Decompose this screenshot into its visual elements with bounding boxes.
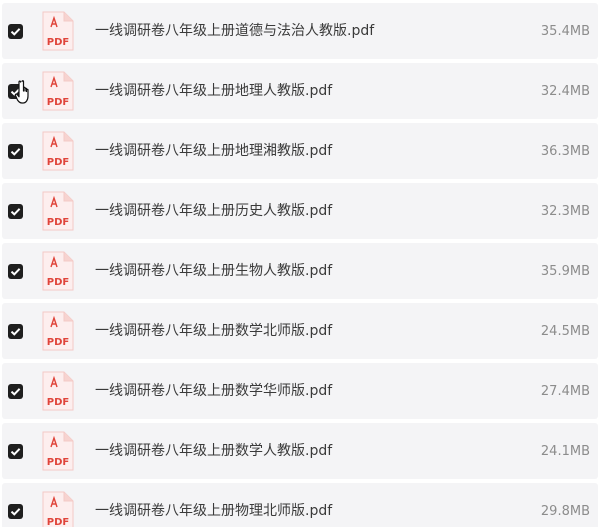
file-size: 27.4MB: [540, 384, 590, 399]
pdf-file-icon: PDF: [42, 191, 74, 231]
pdf-icon-label: PDF: [47, 397, 69, 408]
row-checkbox[interactable]: [8, 444, 23, 459]
row-checkbox[interactable]: [8, 144, 23, 159]
file-size: 32.4MB: [540, 84, 590, 99]
pdf-icon-label: PDF: [47, 457, 69, 468]
row-checkbox[interactable]: [8, 204, 23, 219]
row-checkbox[interactable]: [8, 504, 23, 519]
pdf-file-icon: PDF: [42, 71, 74, 111]
file-list: PDF 一线调研卷八年级上册道德与法治人教版.pdf 35.4MB PDF 一线…: [0, 0, 600, 527]
pdf-icon-label: PDF: [47, 277, 69, 288]
file-name[interactable]: 一线调研卷八年级上册数学人教版.pdf: [95, 442, 332, 460]
file-row[interactable]: PDF 一线调研卷八年级上册历史人教版.pdf 32.3MB: [2, 183, 598, 239]
file-size: 36.3MB: [540, 144, 590, 159]
pdf-file-icon: PDF: [42, 11, 74, 51]
file-row[interactable]: PDF 一线调研卷八年级上册数学人教版.pdf 24.1MB: [2, 423, 598, 479]
row-checkbox[interactable]: [8, 264, 23, 279]
pdf-icon-label: PDF: [47, 337, 69, 348]
file-row[interactable]: PDF 一线调研卷八年级上册生物人教版.pdf 35.9MB: [2, 243, 598, 299]
pdf-file-icon: PDF: [42, 431, 74, 471]
file-row[interactable]: PDF 一线调研卷八年级上册地理人教版.pdf 32.4MB: [2, 63, 598, 119]
file-row[interactable]: PDF 一线调研卷八年级上册数学北师版.pdf 24.5MB: [2, 303, 598, 359]
file-size: 29.8MB: [540, 504, 590, 519]
file-row[interactable]: PDF 一线调研卷八年级上册数学华师版.pdf 27.4MB: [2, 363, 598, 419]
file-name[interactable]: 一线调研卷八年级上册数学北师版.pdf: [95, 322, 332, 340]
file-size: 35.4MB: [540, 24, 590, 39]
row-checkbox[interactable]: [8, 324, 23, 339]
file-row[interactable]: PDF 一线调研卷八年级上册地理湘教版.pdf 36.3MB: [2, 123, 598, 179]
pdf-icon-label: PDF: [47, 97, 69, 108]
file-size: 35.9MB: [540, 264, 590, 279]
file-name[interactable]: 一线调研卷八年级上册道德与法治人教版.pdf: [95, 22, 374, 40]
file-name[interactable]: 一线调研卷八年级上册地理湘教版.pdf: [95, 142, 332, 160]
pdf-file-icon: PDF: [42, 491, 74, 527]
file-name[interactable]: 一线调研卷八年级上册地理人教版.pdf: [95, 82, 332, 100]
pdf-file-icon: PDF: [42, 131, 74, 171]
file-size: 32.3MB: [540, 204, 590, 219]
file-row[interactable]: PDF 一线调研卷八年级上册道德与法治人教版.pdf 35.4MB: [2, 3, 598, 59]
file-name[interactable]: 一线调研卷八年级上册数学华师版.pdf: [95, 382, 332, 400]
row-checkbox[interactable]: [8, 84, 23, 99]
pdf-file-icon: PDF: [42, 371, 74, 411]
file-name[interactable]: 一线调研卷八年级上册历史人教版.pdf: [95, 202, 332, 220]
row-checkbox[interactable]: [8, 384, 23, 399]
file-row[interactable]: PDF 一线调研卷八年级上册物理北师版.pdf 29.8MB: [2, 483, 598, 527]
pdf-icon-label: PDF: [47, 157, 69, 168]
pdf-icon-label: PDF: [47, 37, 69, 48]
file-name[interactable]: 一线调研卷八年级上册生物人教版.pdf: [95, 262, 332, 280]
file-size: 24.1MB: [540, 444, 590, 459]
row-checkbox[interactable]: [8, 24, 23, 39]
file-size: 24.5MB: [540, 324, 590, 339]
pdf-file-icon: PDF: [42, 311, 74, 351]
file-name[interactable]: 一线调研卷八年级上册物理北师版.pdf: [95, 502, 332, 520]
pdf-icon-label: PDF: [47, 217, 69, 228]
pdf-icon-label: PDF: [47, 517, 69, 527]
pdf-file-icon: PDF: [42, 251, 74, 291]
